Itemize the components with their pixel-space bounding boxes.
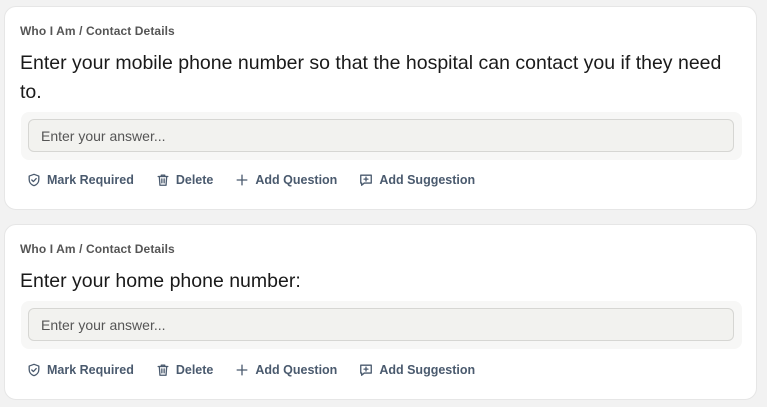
add-suggestion-button[interactable]: Add Suggestion xyxy=(359,363,475,377)
plus-icon xyxy=(236,174,248,186)
shield-check-icon xyxy=(28,173,40,187)
question-text: Enter your home phone number: xyxy=(20,270,301,292)
delete-button[interactable]: Delete xyxy=(156,173,214,187)
plus-icon xyxy=(236,364,248,376)
message-plus-icon xyxy=(360,364,373,376)
trash-icon xyxy=(157,364,169,376)
question-text: Enter your mobile phone number so that t… xyxy=(20,52,722,103)
delete-label: Delete xyxy=(175,173,214,187)
shield-check-icon xyxy=(28,363,40,377)
breadcrumb: Who I Am / Contact Details xyxy=(20,24,175,38)
delete-button[interactable]: Delete xyxy=(156,363,214,377)
breadcrumb: Who I Am / Contact Details xyxy=(20,242,175,256)
trash-icon xyxy=(157,174,169,186)
question-actions: Mark Required Delete Add Question Add Su… xyxy=(27,360,497,380)
add-question-button[interactable]: Add Question xyxy=(235,363,337,377)
answer-container xyxy=(21,112,742,160)
mark-required-button[interactable]: Mark Required xyxy=(27,173,134,187)
delete-label: Delete xyxy=(175,363,214,377)
answer-input[interactable] xyxy=(28,119,734,152)
add-question-label: Add Question xyxy=(255,363,338,377)
question-actions: Mark Required Delete Add Question Add Su… xyxy=(27,170,497,190)
question-card-mobile-phone: Who I Am / Contact Details Enter your mo… xyxy=(4,6,757,210)
question-card-home-phone: Who I Am / Contact Details Enter your ho… xyxy=(4,224,757,400)
mark-required-label: Mark Required xyxy=(47,173,134,187)
add-suggestion-label: Add Suggestion xyxy=(379,363,476,377)
mark-required-button[interactable]: Mark Required xyxy=(27,363,134,377)
add-suggestion-label: Add Suggestion xyxy=(379,173,476,187)
add-question-button[interactable]: Add Question xyxy=(235,173,337,187)
mark-required-label: Mark Required xyxy=(47,363,134,377)
answer-container xyxy=(21,301,742,349)
add-suggestion-button[interactable]: Add Suggestion xyxy=(359,173,475,187)
answer-input[interactable] xyxy=(28,308,734,341)
message-plus-icon xyxy=(360,174,373,186)
add-question-label: Add Question xyxy=(255,173,338,187)
